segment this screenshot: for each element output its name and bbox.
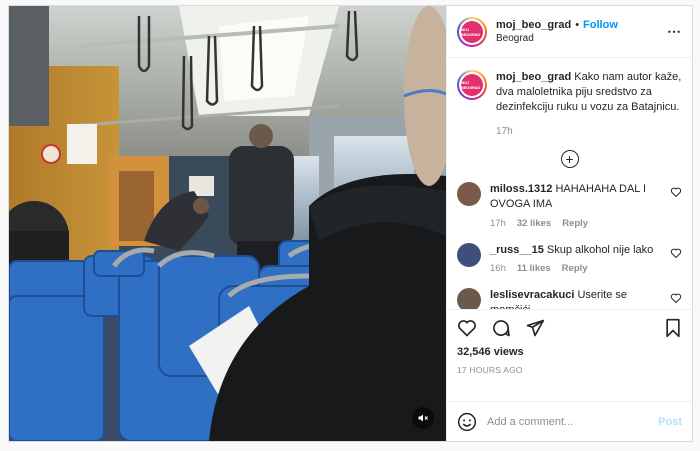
caption-avatar[interactable]: MOJ BEOGRAD [457,70,487,100]
instagram-post-frame: MOJ BEOGRAD moj_beo_grad • Follow Beogra… [8,5,693,442]
account-avatar[interactable]: MOJ BEOGRAD [457,16,487,47]
comment-like-heart-icon[interactable] [670,247,682,259]
mute-toggle[interactable] [412,407,434,429]
comment-composer: Post [447,401,692,441]
comment-likes[interactable]: 32 likes [517,218,551,231]
comment-reply-button[interactable]: Reply [562,263,588,276]
comment-item: miloss.1312 HAHAHAHA DAL I OVOGA IMA 17h… [457,182,682,231]
view-count[interactable]: 32,546 views [457,346,682,358]
comment-like-heart-icon[interactable] [670,292,682,304]
caption: MOJ BEOGRAD moj_beo_grad Kako nam autor … [457,70,682,138]
save-bookmark-icon[interactable] [664,318,682,338]
comment-bubble-icon[interactable] [491,318,511,338]
comment-avatar[interactable] [457,288,481,309]
emoji-icon[interactable] [457,412,477,432]
post-comment-button[interactable]: Post [658,416,682,428]
share-send-icon[interactable] [525,318,545,338]
account-username[interactable]: moj_beo_grad [496,19,571,31]
plus-circle-icon: + [560,150,579,169]
comment-username[interactable]: leslisevracakuci [490,289,574,301]
caption-username[interactable]: moj_beo_grad [496,71,571,83]
comment-avatar[interactable] [457,182,481,207]
post-actions: 32,546 views 17 HOURS AGO [447,309,692,401]
follow-button[interactable]: Follow [583,19,618,31]
comments-scroll[interactable]: MOJ BEOGRAD moj_beo_grad Kako nam autor … [447,58,692,309]
avatar-logo: MOJ BEOGRAD [461,20,483,43]
post-side-panel: MOJ BEOGRAD moj_beo_grad • Follow Beogra… [446,6,692,441]
video-frame [9,6,446,441]
load-more-comments[interactable]: + [457,150,682,169]
comment-username[interactable]: miloss.1312 [490,183,552,195]
post-video[interactable] [9,6,446,441]
comment-reply-button[interactable]: Reply [562,218,588,231]
comment-time[interactable]: 17h [490,218,506,231]
comment-avatar[interactable] [457,242,481,267]
post-timestamp[interactable]: 17 HOURS AGO [457,365,682,375]
comment-time[interactable]: 16h [490,263,506,276]
mute-icon [418,414,428,422]
post-header: MOJ BEOGRAD moj_beo_grad • Follow Beogra… [447,6,692,58]
like-heart-icon[interactable] [457,318,477,338]
post-location[interactable]: Beograd [496,33,667,44]
comment-item: _russ__15 Skup alkohol nije lako 16h 11 … [457,242,682,277]
more-options-icon[interactable]: ⋯ [667,23,682,40]
comment-input[interactable] [487,415,649,428]
comment-username[interactable]: _russ__15 [490,244,544,256]
comment-like-heart-icon[interactable] [670,186,682,198]
caption-time: 17h [496,125,513,137]
comment-item: leslisevracakuci Userite se momčići [457,288,682,309]
comment-likes[interactable]: 11 likes [517,263,551,276]
comment-text: Skup alkohol nije lako [546,243,654,256]
separator-dot: • [575,19,580,31]
